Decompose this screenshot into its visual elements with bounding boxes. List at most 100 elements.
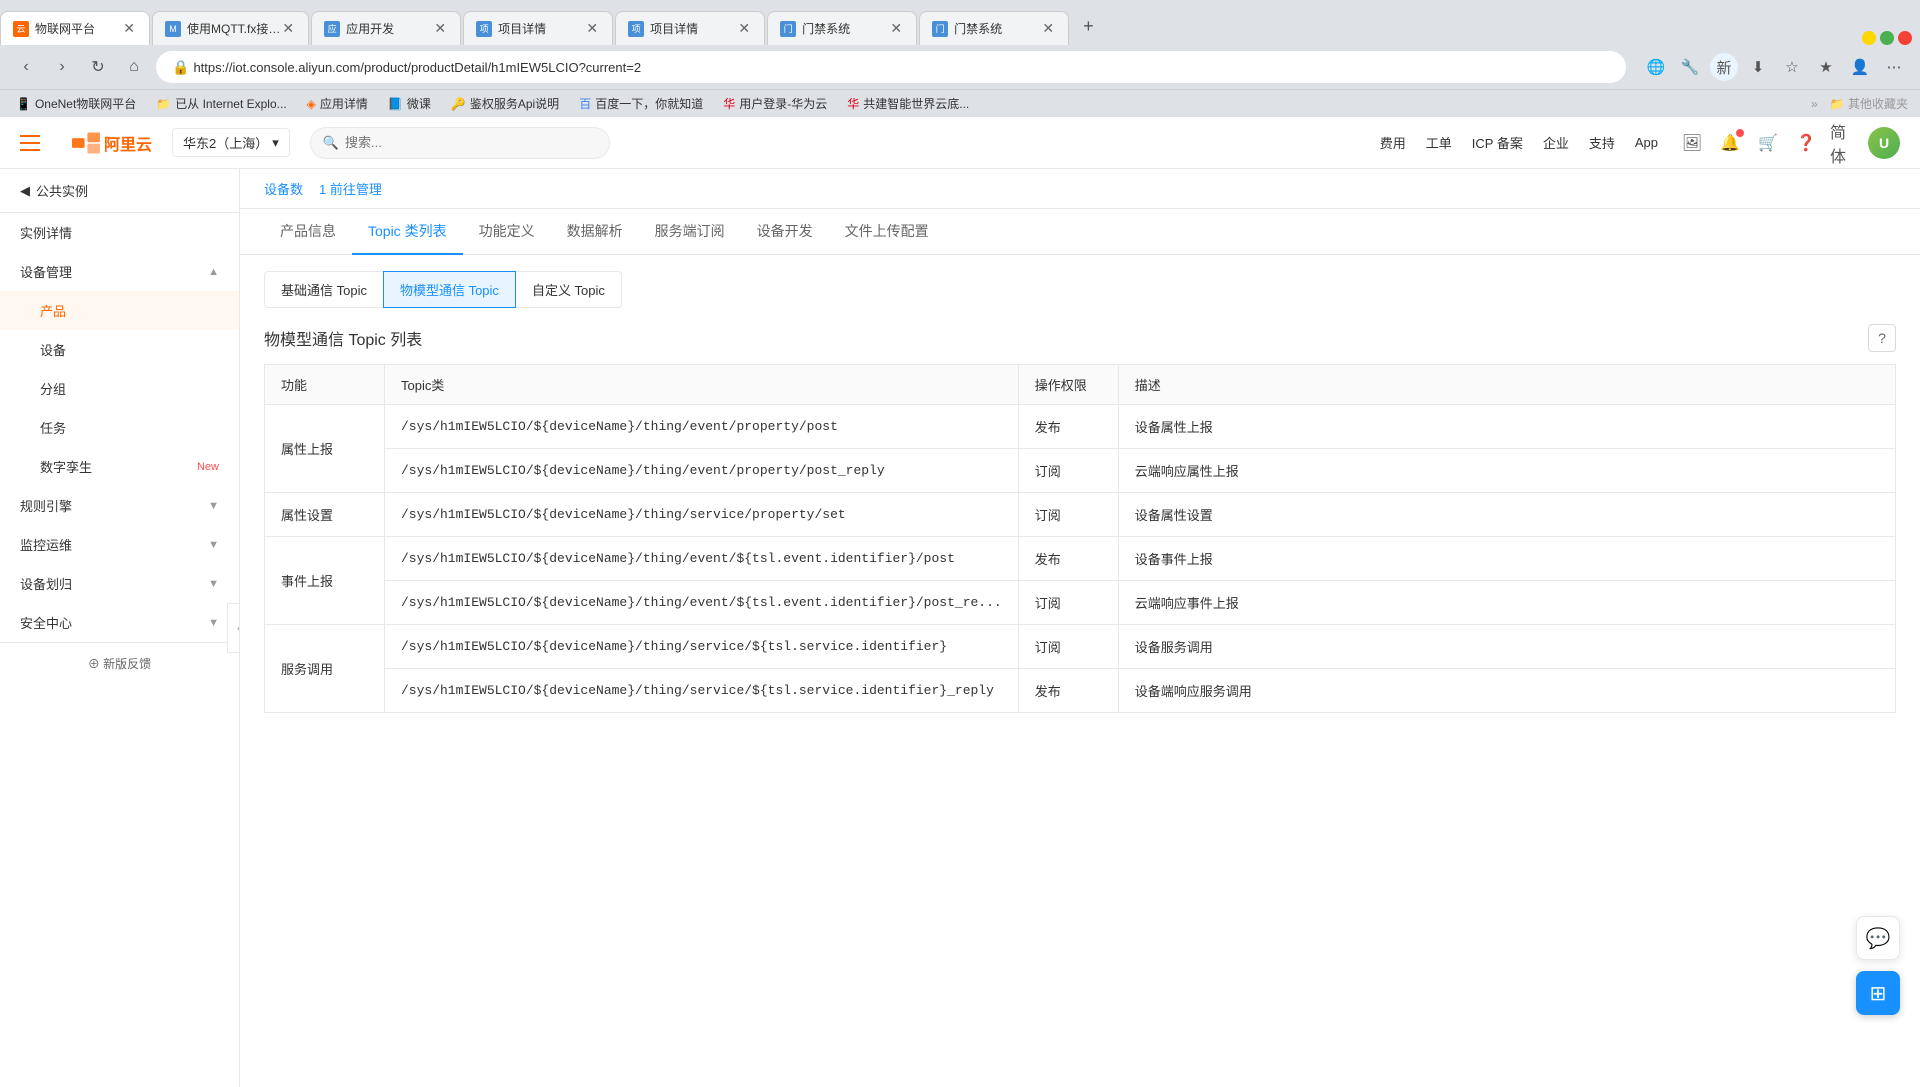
- sidebar-item-group[interactable]: 分组: [0, 369, 239, 408]
- grid-float-button[interactable]: ⊞: [1856, 971, 1900, 1015]
- user-avatar[interactable]: U: [1868, 127, 1900, 159]
- breadcrumb-manage[interactable]: 1 前往管理: [319, 179, 382, 198]
- nav-link-icp[interactable]: ICP 备案: [1472, 133, 1523, 152]
- table-header-row: 功能 Topic类 操作权限 描述: [265, 365, 1896, 405]
- breadcrumb-devices[interactable]: 设备数: [264, 179, 303, 198]
- topic-table: 功能 Topic类 操作权限 描述 属性上报 /sys/h1mIEW5LCIO/…: [264, 364, 1896, 713]
- tab-device-dev[interactable]: 设备开发: [741, 209, 829, 255]
- tab-5[interactable]: 项 项目详情 ✕: [615, 11, 765, 45]
- sidebar-item-digital-twin[interactable]: 数字孪生 New: [0, 447, 239, 486]
- tab-topic-list[interactable]: Topic 类列表: [352, 209, 463, 255]
- bookmarks-more[interactable]: »: [1811, 97, 1818, 111]
- bookmark-onenet[interactable]: 📱 OneNet物联网平台: [12, 93, 140, 114]
- bookmark-weike[interactable]: 📘 微课: [384, 93, 435, 114]
- more-icon[interactable]: ⋯: [1880, 53, 1908, 81]
- search-icon: 🔍: [323, 135, 339, 151]
- tab-label-4: 项目详情: [498, 20, 546, 37]
- bookmark-appdetail[interactable]: ◈ 应用详情: [303, 93, 372, 114]
- tab-close-4[interactable]: ✕: [584, 20, 600, 37]
- nav-link-enterprise[interactable]: 企业: [1543, 133, 1569, 152]
- tab-4[interactable]: 项 项目详情 ✕: [463, 11, 613, 45]
- sidebar-item-device[interactable]: 设备: [0, 330, 239, 369]
- help-icon-btn[interactable]: ❓: [1792, 129, 1820, 157]
- tab-file-upload[interactable]: 文件上传配置: [829, 209, 945, 255]
- bookmarks-folder[interactable]: 📁 其他收藏夹: [1830, 95, 1908, 112]
- tab-data-parse-label: 数据解析: [567, 223, 623, 239]
- sidebar-section-security[interactable]: 安全中心 ▼: [0, 603, 239, 642]
- tab-label-7: 门禁系统: [954, 20, 1002, 37]
- sidebar-item-instance-detail[interactable]: 实例详情: [0, 213, 239, 252]
- bookmark-huawei[interactable]: 华 用户登录-华为云: [719, 93, 831, 114]
- tab-close-5[interactable]: ✕: [736, 20, 752, 37]
- new-tab-button[interactable]: +: [1071, 8, 1106, 45]
- image-icon-btn[interactable]: 🖼: [1678, 129, 1706, 157]
- tab-close-7[interactable]: ✕: [1040, 20, 1056, 37]
- tab-1[interactable]: 云 物联网平台 ✕: [0, 11, 150, 45]
- tab-7[interactable]: 门 门禁系统 ✕: [919, 11, 1069, 45]
- address-input[interactable]: 🔒 https://iot.console.aliyun.com/product…: [156, 51, 1626, 83]
- sub-tab-custom[interactable]: 自定义 Topic: [515, 271, 622, 308]
- sidebar-back-button[interactable]: ◀ 公共实例: [0, 169, 239, 213]
- nav-link-app[interactable]: App: [1635, 135, 1658, 150]
- download-icon[interactable]: ⬇: [1744, 53, 1772, 81]
- simplified-chinese-btn[interactable]: 简体: [1830, 129, 1858, 157]
- profile-icon[interactable]: 👤: [1846, 53, 1874, 81]
- tab-data-parse[interactable]: 数据解析: [551, 209, 639, 255]
- translate-icon[interactable]: 🌐: [1642, 53, 1670, 81]
- bell-icon-btn[interactable]: 🔔: [1716, 129, 1744, 157]
- device-management-arrow: ▲: [208, 266, 219, 278]
- sidebar-collapse-button[interactable]: ‹: [227, 603, 240, 653]
- logo-text: 阿里云: [104, 131, 152, 155]
- tab-close-3[interactable]: ✕: [432, 20, 448, 37]
- close-button[interactable]: [1898, 31, 1912, 45]
- region-arrow: ▾: [272, 135, 279, 151]
- sub-tab-model[interactable]: 物模型通信 Topic: [383, 271, 516, 308]
- bookmark-ie[interactable]: 📁 已从 Internet Explo...: [152, 93, 290, 114]
- sub-tab-basic[interactable]: 基础通信 Topic: [264, 271, 384, 308]
- refresh-button[interactable]: ↻: [84, 53, 112, 81]
- tab-product-info[interactable]: 产品信息: [264, 209, 352, 255]
- tab-2[interactable]: M 使用MQTT.fx接… ✕: [152, 11, 309, 45]
- cart-icon-btn[interactable]: 🛒: [1754, 129, 1782, 157]
- nav-link-ticket[interactable]: 工单: [1426, 133, 1452, 152]
- sidebar-item-task[interactable]: 任务: [0, 408, 239, 447]
- home-button[interactable]: ⌂: [120, 53, 148, 81]
- tab-close-6[interactable]: ✕: [888, 20, 904, 37]
- nav-link-cost[interactable]: 费用: [1380, 133, 1406, 152]
- sidebar-footer-feedback[interactable]: ⊕ 新版反馈: [0, 642, 239, 684]
- nav-link-support[interactable]: 支持: [1589, 133, 1615, 152]
- sidebar-section-device-management[interactable]: 设备管理 ▲: [0, 252, 239, 291]
- tab-close-2[interactable]: ✕: [280, 20, 296, 37]
- help-button[interactable]: ?: [1868, 324, 1896, 352]
- forward-button[interactable]: ›: [48, 53, 76, 81]
- bookmark-icon[interactable]: ☆: [1778, 53, 1806, 81]
- tab-server-sub[interactable]: 服务端订阅: [639, 209, 741, 255]
- favorites-icon[interactable]: ★: [1812, 53, 1840, 81]
- tab-close-1[interactable]: ✕: [121, 20, 137, 37]
- sidebar-section-monitor[interactable]: 监控运维 ▼: [0, 525, 239, 564]
- bookmark-auth[interactable]: 🔑 鉴权服务Api说明: [447, 93, 563, 114]
- new-badge-icon[interactable]: 新: [1710, 53, 1738, 81]
- chat-float-button[interactable]: 💬: [1856, 916, 1900, 960]
- search-bar[interactable]: 🔍: [310, 127, 610, 159]
- sidebar-section-device-assign[interactable]: 设备划归 ▼: [0, 564, 239, 603]
- tab-3[interactable]: 应 应用开发 ✕: [311, 11, 461, 45]
- back-button[interactable]: ‹: [12, 53, 40, 81]
- search-input[interactable]: [345, 135, 597, 150]
- maximize-button[interactable]: [1880, 31, 1894, 45]
- sidebar-section-rules[interactable]: 规则引擎 ▼: [0, 486, 239, 525]
- hamburger-menu[interactable]: [20, 127, 52, 159]
- tab-func-def[interactable]: 功能定义: [463, 209, 551, 255]
- nav-links: 费用 工单 ICP 备案 企业 支持 App: [1380, 133, 1658, 152]
- huawei2-icon: 华: [847, 95, 859, 112]
- product-label: 产品: [40, 301, 66, 320]
- sidebar-item-product[interactable]: 产品: [0, 291, 239, 330]
- tab-6[interactable]: 门 门禁系统 ✕: [767, 11, 917, 45]
- tab-func-def-label: 功能定义: [479, 223, 535, 239]
- extensions-icon[interactable]: 🔧: [1676, 53, 1704, 81]
- region-selector[interactable]: 华东2（上海） ▾: [172, 128, 290, 157]
- content-area: ◀ 公共实例 实例详情 设备管理 ▲ 产品 设备 分组 任务: [0, 169, 1920, 1087]
- bookmark-huawei2[interactable]: 华 共建智能世界云底...: [843, 93, 973, 114]
- bookmark-baidu[interactable]: 百 百度一下，你就知道: [575, 93, 707, 114]
- minimize-button[interactable]: [1862, 31, 1876, 45]
